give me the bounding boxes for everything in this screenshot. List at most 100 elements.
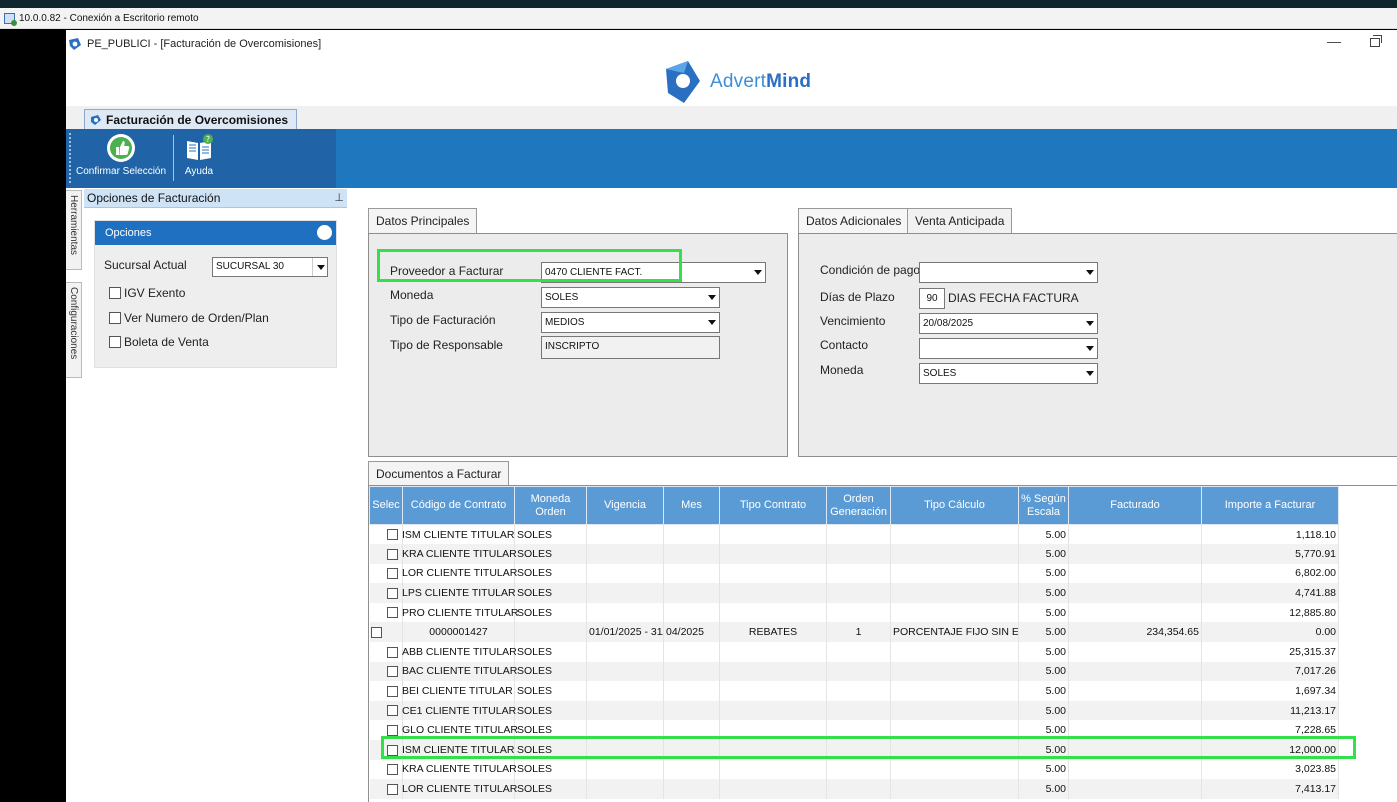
cell-text: ISM CLIENTE TITULAR <box>402 528 515 541</box>
row-checkbox[interactable] <box>387 685 398 697</box>
cell-text: SOLES <box>517 763 553 776</box>
column-header[interactable]: % Según Escala <box>1018 486 1069 525</box>
side-tab-configuraciones[interactable]: Configuraciones <box>66 282 82 378</box>
checkbox-boleta-venta[interactable]: Boleta de Venta <box>109 335 209 349</box>
column-header[interactable]: Código de Contrato <box>402 486 515 525</box>
side-tab-herramientas[interactable]: Herramientas <box>66 190 82 270</box>
column-header[interactable]: Orden Generación <box>826 486 891 525</box>
vencimiento-value: 20/08/2025 <box>923 318 974 329</box>
row-checkbox[interactable] <box>387 724 398 736</box>
table-row[interactable]: CE1 CLIENTE TITULAR SOLES 5.00 11,213.17 <box>369 700 1339 721</box>
row-checkbox[interactable] <box>387 705 398 717</box>
collapse-toggle[interactable] <box>317 225 332 240</box>
sucursal-select[interactable]: SUCURSAL 30 <box>212 257 328 277</box>
row-checkbox[interactable] <box>387 548 398 560</box>
table-row[interactable]: ISM CLIENTE TITULAR SOLES 5.00 12,000.00 <box>369 740 1339 760</box>
cell-text: PRO CLIENTE TITULAR <box>402 606 519 619</box>
table-row[interactable]: BAC CLIENTE TITULAR SOLES 5.00 7,017.26 <box>369 661 1339 682</box>
table-row[interactable]: KRA CLIENTE TITULAR SOLES 5.00 3,023.85 <box>369 759 1339 780</box>
column-header[interactable]: Mes <box>663 486 720 525</box>
checkbox-igv-exento[interactable]: IGV Exento <box>109 286 185 300</box>
cell-text: SOLES <box>517 685 553 698</box>
table-row[interactable]: PRO CLIENTE TITULAR SOLES 5.00 12,885.80 <box>369 602 1339 623</box>
cell-facturado <box>1068 583 1202 603</box>
minimize-button[interactable]: — <box>1327 33 1341 49</box>
row-checkbox[interactable] <box>387 587 398 599</box>
tab-documentos-facturar[interactable]: Documentos a Facturar <box>368 461 510 487</box>
table-row[interactable]: LPS CLIENTE TITULAR SOLES 5.00 4,741.88 <box>369 583 1339 603</box>
select-cell[interactable] <box>369 622 403 643</box>
cell-moneda: SOLES <box>514 602 587 623</box>
row-checkbox[interactable] <box>387 744 398 756</box>
cell-moneda: SOLES <box>514 759 587 780</box>
cell-text: BAC CLIENTE TITULAR <box>402 665 518 678</box>
row-checkbox[interactable] <box>387 764 398 776</box>
cell-mes <box>663 759 720 780</box>
cell-pct: 5.00 <box>1018 720 1069 741</box>
tab-datos-principales[interactable]: Datos Principales <box>368 208 478 234</box>
row-checkbox[interactable] <box>387 568 398 580</box>
column-header[interactable]: Moneda Orden <box>514 486 587 525</box>
row-checkbox[interactable] <box>387 529 398 541</box>
cell-vigencia <box>586 720 664 741</box>
cell-vigencia <box>586 583 664 603</box>
cell-vigencia <box>586 563 664 584</box>
column-header[interactable]: Importe a Facturar <box>1201 486 1339 525</box>
column-header[interactable]: Facturado <box>1068 486 1202 525</box>
side-tab-label: Herramientas <box>68 195 79 256</box>
cell-vigencia <box>586 759 664 780</box>
row-checkbox[interactable] <box>387 646 398 658</box>
tab-datos-adicionales[interactable]: Datos Adicionales <box>798 208 910 234</box>
cell-text: GLO CLIENTE TITULAR <box>402 724 518 737</box>
cell-facturado <box>1068 720 1202 741</box>
cell-codigo: ISM CLIENTE TITULAR <box>387 740 515 760</box>
table-row[interactable]: GLO CLIENTE TITULAR SOLES 5.00 7,228.65 <box>369 720 1339 741</box>
cell-vigencia <box>586 544 664 564</box>
cell-calculo: PORCENTAJE FIJO SIN ESCA <box>890 622 1019 643</box>
cell-text: CE1 CLIENTE TITULAR <box>402 704 517 717</box>
table-row[interactable]: LOR CLIENTE TITULAR SOLES 5.00 7,413.17 <box>369 779 1339 799</box>
moneda-select[interactable]: SOLES <box>541 287 720 308</box>
vencimiento-date-picker[interactable]: 20/08/2025 <box>919 313 1098 334</box>
table-row[interactable]: ISM CLIENTE TITULAR SOLES 5.00 1,118.10 <box>369 524 1339 545</box>
proveedor-select[interactable]: 0470 CLIENTE FACT. <box>541 262 766 283</box>
moneda-adicional-select[interactable]: SOLES <box>919 363 1098 384</box>
condicion-pago-select[interactable] <box>919 262 1098 283</box>
cell-text: 6,802.00 <box>1295 567 1336 580</box>
cell-vigencia <box>586 642 664 662</box>
advertmind-logo-icon <box>666 61 700 103</box>
column-header[interactable]: Tipo Cálculo <box>890 486 1019 525</box>
table-row[interactable]: ABB CLIENTE TITULAR SOLES 5.00 25,315.37 <box>369 642 1339 662</box>
tipo-facturacion-select[interactable]: MEDIOS <box>541 312 720 333</box>
table-row[interactable]: LOR CLIENTE TITULAR SOLES 5.00 6,802.00 <box>369 563 1339 584</box>
tab-facturacion-overcomisiones[interactable]: Facturación de Overcomisiones <box>84 109 298 130</box>
table-row[interactable]: BEI CLIENTE TITULAR SOLES 5.00 1,697.34 <box>369 681 1339 701</box>
cell-pct: 5.00 <box>1018 602 1069 623</box>
contacto-select[interactable] <box>919 338 1098 359</box>
tab-venta-anticipada[interactable]: Venta Anticipada <box>907 208 1013 234</box>
cell-text: 01/01/2025 - 31/12/2 <box>589 626 663 639</box>
table-header-row: Selec Código de Contrato Moneda Orden Vigen… <box>369 486 1339 525</box>
column-header[interactable]: Tipo Contrato <box>719 486 827 525</box>
column-header[interactable]: Vigencia <box>586 486 664 525</box>
row-checkbox[interactable] <box>387 666 398 678</box>
pin-icon[interactable]: ⊥ <box>334 189 344 208</box>
table-row[interactable]: 0000001427 01/01/2025 - 31/12/204/2025 REB… <box>369 622 1339 643</box>
cell-text: 1,697.34 <box>1295 685 1336 698</box>
thumbs-up-icon <box>107 134 136 162</box>
table-row[interactable]: KRA CLIENTE TITULAR SOLES 5.00 5,770.91 <box>369 544 1339 564</box>
row-checkbox[interactable] <box>387 607 398 619</box>
checkbox-ver-numero-orden[interactable]: Ver Numero de Orden/Plan <box>109 311 269 325</box>
dias-plazo-input[interactable]: 90 <box>919 288 945 309</box>
column-header[interactable]: Selec <box>369 486 403 525</box>
row-checkbox[interactable] <box>387 783 398 795</box>
row-checkbox[interactable] <box>370 626 382 638</box>
toolbar-grip[interactable] <box>69 133 71 183</box>
help-button[interactable]: ? Ayuda <box>184 133 214 177</box>
confirm-selection-button[interactable]: Confirmar Selección <box>76 133 166 177</box>
cell-text: 5.00 <box>1045 783 1066 796</box>
proveedor-value: 0470 CLIENTE FACT. <box>545 267 643 278</box>
cell-tipo <box>719 740 827 760</box>
desktop-top-strip <box>0 0 1397 8</box>
restore-button[interactable] <box>1370 35 1382 47</box>
